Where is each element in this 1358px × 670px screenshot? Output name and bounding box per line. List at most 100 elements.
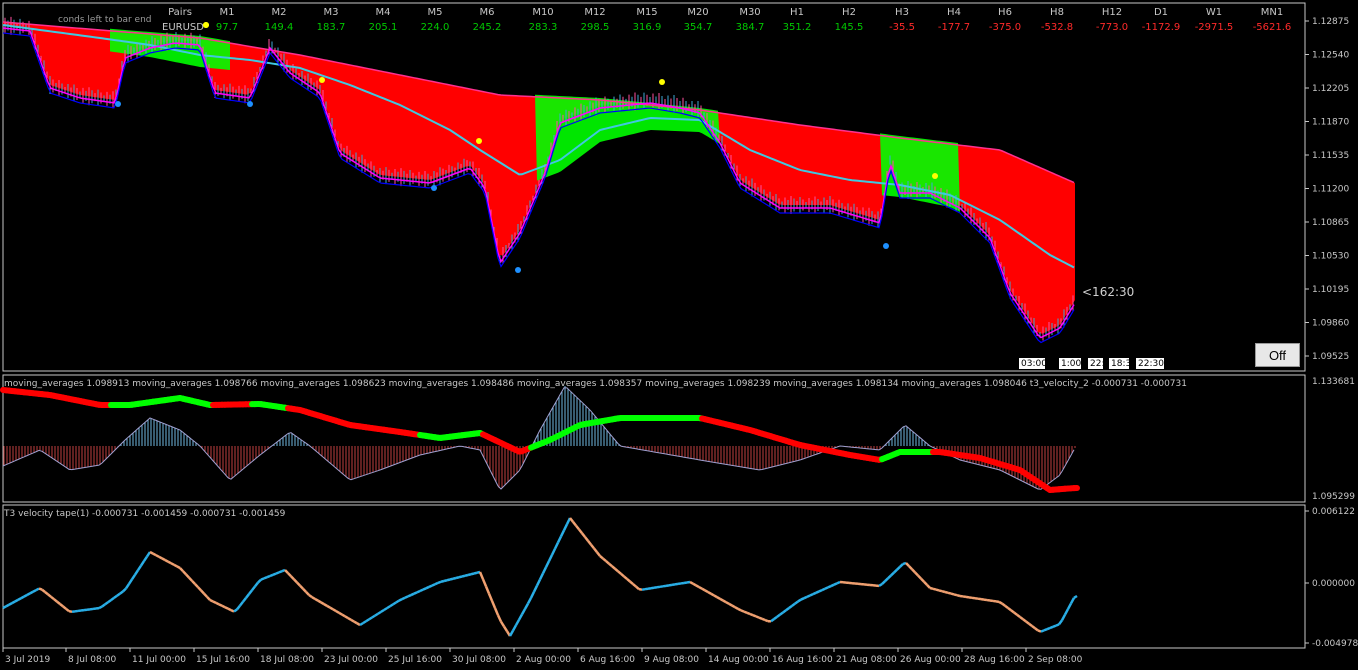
- velocity-segment: [239, 600, 244, 607]
- velocity-segment: [550, 548, 557, 556]
- velocity-segment: [122, 587, 127, 593]
- timeframe-label: W1: [1206, 7, 1222, 18]
- velocity-segment: [65, 607, 70, 613]
- velocity-segment: [386, 605, 391, 610]
- velocity-segment: [569, 517, 574, 523]
- velocity-segment: [689, 580, 694, 585]
- chart-canvas[interactable]: 1.12875 1.12540 1.12205 1.11870 1.11535 1.112…: [0, 0, 1358, 670]
- timeframe-value: 183.7: [317, 22, 346, 33]
- velocity-segment: [746, 611, 751, 616]
- velocity-segment: [734, 606, 739, 610]
- time-box: 1:00: [1058, 357, 1082, 370]
- velocity-segment: [446, 578, 451, 582]
- velocity-segment: [161, 557, 166, 562]
- velocity-segment: [1022, 618, 1027, 623]
- velocity-segment: [535, 578, 542, 587]
- velocity-segment: [638, 587, 643, 591]
- status-dot: [203, 22, 209, 28]
- signal-dot: [431, 185, 437, 191]
- price-axis: 1.12875 1.12540 1.12205 1.11870 1.11535 1.112…: [1305, 17, 1349, 362]
- velocity-segment: [1007, 607, 1012, 612]
- velocity-segment: [523, 602, 530, 610]
- velocity-segment: [389, 603, 394, 608]
- velocity-segment: [245, 593, 250, 599]
- velocity-segment: [209, 598, 214, 603]
- velocity-segment: [203, 592, 208, 598]
- velocity-segment: [929, 586, 934, 591]
- velocity-segment: [731, 604, 736, 609]
- timeframe-label: M10: [532, 7, 553, 18]
- velocity-segment: [1069, 597, 1076, 605]
- time-tick-label: 16 Aug 16:00: [772, 655, 833, 665]
- bar-end-countdown-text: conds left to bar end: [58, 15, 152, 25]
- sub1-tick-label: 1.133681: [1312, 377, 1355, 387]
- velocity-segment: [553, 542, 560, 550]
- velocity-segment: [815, 590, 820, 594]
- timeframe-value: 354.7: [684, 22, 713, 33]
- velocity-segment: [188, 576, 193, 582]
- signal-dot: [115, 101, 121, 107]
- velocity-segment: [323, 603, 328, 607]
- timeframe-value: 298.5: [581, 22, 610, 33]
- off-button[interactable]: Off: [1255, 343, 1300, 367]
- velocity-segment: [266, 574, 271, 579]
- timeframe-value: 245.2: [473, 22, 502, 33]
- velocity-segment: [212, 600, 217, 605]
- velocity-segment: [218, 603, 223, 607]
- velocity-segment: [635, 585, 640, 591]
- velocity-segment: [830, 583, 835, 588]
- velocity-segment: [173, 563, 178, 568]
- velocity-segment: [541, 566, 548, 574]
- velocity-segment: [770, 618, 775, 623]
- velocity-segment: [359, 622, 364, 627]
- velocity-segment: [133, 569, 140, 576]
- velocity-segment: [1040, 629, 1045, 633]
- price-tick-label: 1.09860: [1312, 319, 1349, 329]
- velocity-segment: [50, 595, 55, 601]
- timeframe-value: 145.5: [835, 22, 864, 33]
- velocity-segment: [572, 521, 577, 527]
- velocity-segment: [1013, 611, 1018, 616]
- velocity-segment: [743, 610, 748, 614]
- velocity-segment: [755, 615, 760, 619]
- velocity-segment: [833, 582, 838, 586]
- velocity-segment: [341, 613, 346, 618]
- price-tick-label: 1.12540: [1312, 51, 1349, 61]
- velocity-segment: [944, 590, 949, 595]
- velocity-segment: [758, 616, 763, 620]
- velocity-segment: [38, 587, 43, 591]
- velocity-segment: [791, 602, 796, 607]
- velocity-segment: [296, 581, 301, 587]
- velocity-segment: [374, 612, 379, 617]
- price-tick-label: 1.11535: [1312, 151, 1349, 161]
- velocity-segment: [514, 619, 521, 626]
- velocity-segment: [440, 579, 445, 583]
- velocity-segment: [827, 584, 832, 589]
- velocity-segment: [547, 554, 554, 562]
- velocity-segment: [368, 616, 373, 621]
- velocity-segment: [623, 575, 628, 580]
- velocity-segment: [499, 620, 506, 628]
- pairs-header: Pairs: [168, 7, 192, 18]
- velocity-segment: [284, 569, 289, 574]
- velocity-segment: [44, 591, 49, 596]
- velocity-segment: [145, 551, 152, 558]
- velocity-segment: [116, 592, 121, 597]
- velocity-segment: [233, 608, 238, 613]
- velocity-segment: [695, 584, 700, 589]
- velocity-segment: [1016, 613, 1021, 618]
- velocity-segment: [14, 598, 19, 603]
- velocity-segment: [490, 600, 497, 609]
- velocity-segment: [299, 584, 304, 590]
- velocity-segment: [953, 593, 958, 597]
- velocity-segment: [538, 572, 545, 581]
- velocity-segment: [62, 605, 67, 610]
- velocity-segment: [935, 588, 940, 592]
- velocity-segment: [68, 609, 73, 613]
- velocity-segment: [176, 565, 181, 570]
- timeframe-value: -2971.5: [1195, 22, 1234, 33]
- velocity-segment: [617, 570, 622, 575]
- velocity-segment: [410, 592, 415, 597]
- velocity-segment: [614, 567, 619, 573]
- velocity-segment: [737, 607, 742, 612]
